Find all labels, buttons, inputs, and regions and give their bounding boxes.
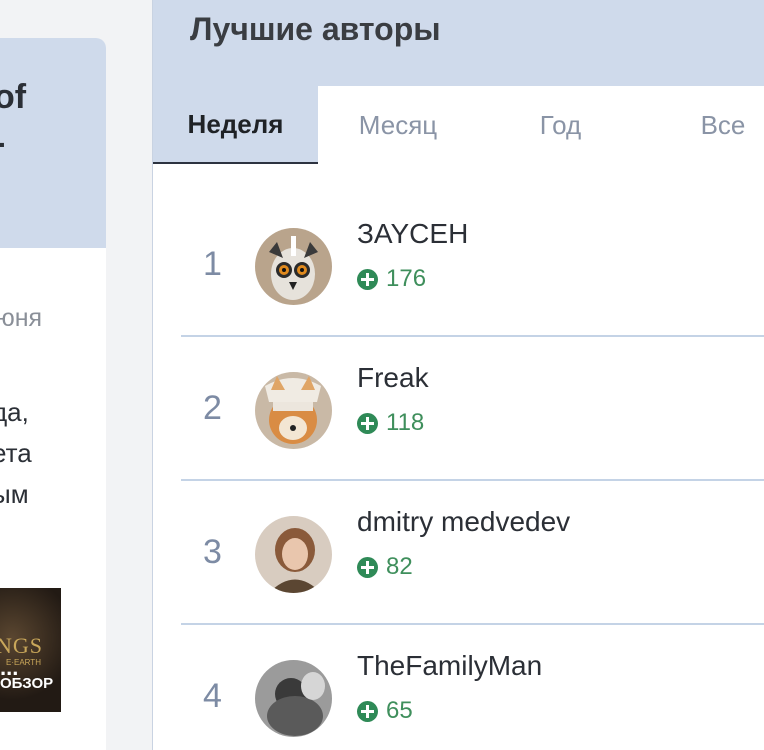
author-score: 82 — [357, 553, 413, 581]
list-item[interactable]: 1 ЗAYCEH 176 — [181, 192, 764, 336]
panel-title: Лучшие авторы — [190, 11, 441, 47]
rank-number: 2 — [203, 388, 222, 427]
article-excerpt: да, ета ым — [0, 397, 32, 509]
thumbnail-tag: ОБЗОР — [0, 675, 54, 692]
author-score-value: 82 — [386, 553, 413, 580]
article-date: юня — [0, 304, 43, 332]
lemur-avatar[interactable] — [255, 228, 332, 305]
author-score-value: 65 — [386, 697, 413, 724]
rank-number: 1 — [203, 244, 222, 283]
author-score: 176 — [357, 265, 426, 293]
top-authors-panel: Лучшие авторы Неделя Месяц Год Все 1 ЗAY… — [152, 0, 764, 750]
author-name[interactable]: TheFamilyMan — [357, 650, 542, 682]
list-item[interactable]: 3 dmitry medvedev 82 — [181, 480, 764, 624]
tab-month[interactable]: Месяц — [318, 86, 478, 164]
author-name[interactable]: ЗAYCEH — [357, 218, 468, 250]
plus-circle-icon — [357, 700, 378, 722]
lemur-avatar-image — [255, 228, 332, 305]
author-score-value: 118 — [386, 409, 425, 436]
rank-number: 3 — [203, 532, 222, 571]
list-item[interactable]: 4 TheFamilyMan 65 — [181, 624, 764, 750]
shiba-avatar-image — [255, 372, 332, 449]
author-score-value: 176 — [386, 265, 427, 292]
rank-number: 4 — [203, 676, 222, 715]
author-name[interactable]: Freak — [357, 362, 429, 394]
plus-circle-icon — [357, 556, 378, 578]
left-column: of - юня да, ета ым NGS E·EARTH ... ОБЗО… — [0, 0, 106, 750]
tab-all[interactable]: Все — [673, 86, 764, 164]
portrait-avatar-image — [255, 516, 332, 593]
article-thumbnail[interactable]: NGS E·EARTH ... ОБЗОР — [0, 588, 61, 712]
tab-year[interactable]: Год — [498, 86, 623, 164]
panel-header: Лучшие авторы — [153, 0, 764, 86]
bw-photo-avatar[interactable] — [255, 660, 332, 737]
author-score: 65 — [357, 697, 413, 725]
list-item[interactable]: 2 Freak 118 — [181, 336, 764, 480]
author-name[interactable]: dmitry medvedev — [357, 506, 570, 538]
shiba-avatar[interactable] — [255, 372, 332, 449]
tab-week[interactable]: Неделя — [153, 86, 318, 164]
portrait-avatar[interactable] — [255, 516, 332, 593]
article-card-header: of - — [0, 38, 106, 248]
bw-photo-avatar-image — [255, 660, 332, 737]
period-tabs: Неделя Месяц Год Все — [153, 86, 764, 164]
plus-circle-icon — [357, 268, 378, 290]
article-title[interactable]: of - — [0, 74, 106, 166]
plus-circle-icon — [357, 412, 378, 434]
author-score: 118 — [357, 409, 424, 437]
